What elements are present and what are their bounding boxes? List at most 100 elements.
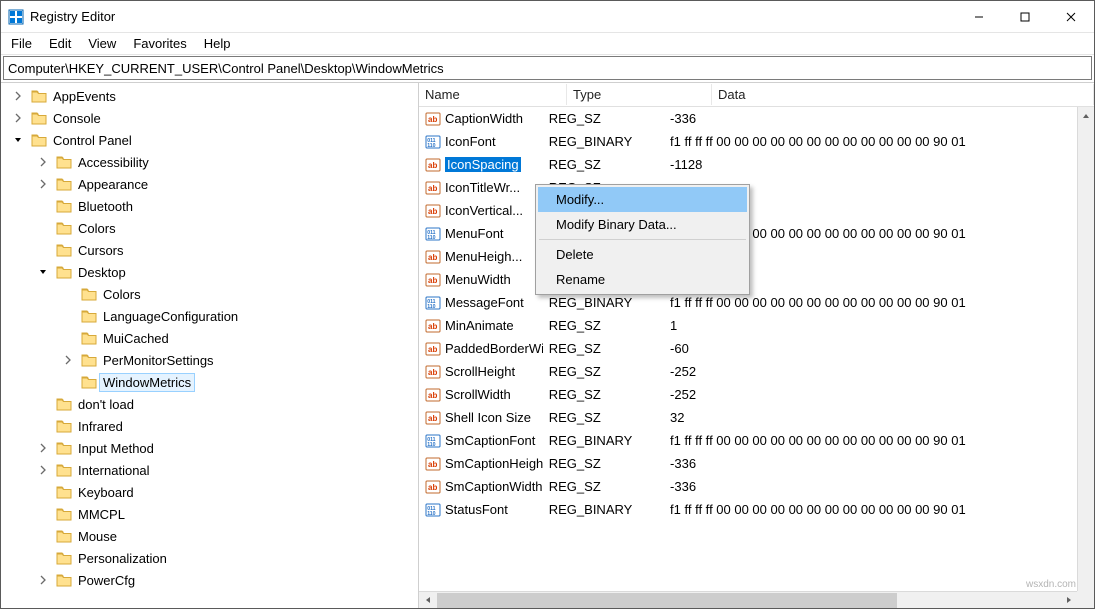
folder-icon [56, 441, 72, 455]
tree-item-desktop-colors[interactable]: Colors [79, 283, 146, 305]
column-header-name[interactable]: Name [419, 84, 567, 105]
tree-item-international[interactable]: International [54, 459, 155, 481]
value-type: REG_SZ [543, 456, 664, 471]
scrollbar-thumb[interactable] [437, 593, 897, 608]
list-item[interactable]: CaptionWidth REG_SZ -336 [419, 107, 1077, 130]
tree-item-appearance[interactable]: Appearance [54, 173, 153, 195]
binary-value-icon [425, 433, 441, 449]
column-header-type[interactable]: Type [567, 84, 712, 105]
tree-item-console[interactable]: Console [29, 107, 106, 129]
tree-item-infrared[interactable]: Infrared [54, 415, 128, 437]
column-header-data[interactable]: Data [712, 84, 1094, 105]
context-menu-delete[interactable]: Delete [538, 242, 747, 267]
tree-item-windowmetrics[interactable]: WindowMetrics [79, 371, 196, 393]
caret-icon[interactable] [37, 442, 49, 454]
value-data: f1 ff ff ff 00 00 00 00 00 00 00 00 00 0… [664, 502, 1077, 517]
menu-edit[interactable]: Edit [42, 34, 78, 53]
list-item[interactable]: SmCaptionHeight REG_SZ -336 [419, 452, 1077, 475]
context-menu-modify[interactable]: Modify... [538, 187, 747, 212]
scroll-up-icon[interactable] [1078, 107, 1095, 124]
list-header: Name Type Data [419, 83, 1094, 107]
address-bar[interactable]: Computer\HKEY_CURRENT_USER\Control Panel… [3, 56, 1092, 80]
menu-file[interactable]: File [4, 34, 39, 53]
tree-item-languageconfiguration[interactable]: LanguageConfiguration [79, 305, 243, 327]
value-type: REG_SZ [543, 410, 664, 425]
tree-item-personalization[interactable]: Personalization [54, 547, 172, 569]
list-item[interactable]: MinAnimate REG_SZ 1 [419, 314, 1077, 337]
value-name: IconSpacing [445, 157, 521, 172]
list-item[interactable]: SmCaptionFont REG_BINARY f1 ff ff ff 00 … [419, 429, 1077, 452]
folder-icon [56, 485, 72, 499]
caret-icon[interactable] [12, 112, 24, 124]
value-type: REG_BINARY [543, 502, 664, 517]
minimize-button[interactable] [956, 1, 1002, 32]
tree-item-bluetooth[interactable]: Bluetooth [54, 195, 138, 217]
value-type: REG_BINARY [543, 433, 664, 448]
menu-favorites[interactable]: Favorites [126, 34, 193, 53]
string-value-icon [425, 364, 441, 380]
tree-item-colors[interactable]: Colors [54, 217, 121, 239]
value-type: REG_SZ [543, 318, 664, 333]
binary-value-icon [425, 502, 441, 518]
key-tree[interactable]: AppEvents Console Control Panel Accessib… [1, 83, 419, 608]
scroll-left-icon[interactable] [419, 592, 436, 609]
value-type: REG_SZ [543, 387, 664, 402]
caret-icon[interactable] [62, 354, 74, 366]
tree-item-mmcpl[interactable]: MMCPL [54, 503, 130, 525]
context-menu-separator [539, 239, 746, 240]
value-data: -1128 [664, 157, 1077, 172]
caret-icon[interactable] [37, 574, 49, 586]
tree-item-mouse[interactable]: Mouse [54, 525, 122, 547]
list-item[interactable]: IconSpacing REG_SZ -1128 [419, 153, 1077, 176]
context-menu-modify-binary[interactable]: Modify Binary Data... [538, 212, 747, 237]
string-value-icon [425, 272, 441, 288]
tree-item-powercfg[interactable]: PowerCfg [54, 569, 140, 591]
tree-item-desktop[interactable]: Desktop [54, 261, 131, 283]
tree-item-appevents[interactable]: AppEvents [29, 85, 121, 107]
value-name: StatusFont [445, 502, 508, 517]
maximize-button[interactable] [1002, 1, 1048, 32]
tree-item-accessibility[interactable]: Accessibility [54, 151, 154, 173]
list-item[interactable]: ScrollHeight REG_SZ -252 [419, 360, 1077, 383]
caret-icon[interactable] [12, 134, 24, 146]
binary-value-icon [425, 226, 441, 242]
menu-help[interactable]: Help [197, 34, 238, 53]
caret-icon[interactable] [37, 156, 49, 168]
caret-icon[interactable] [37, 178, 49, 190]
value-type: REG_SZ [543, 157, 664, 172]
tree-item-cursors[interactable]: Cursors [54, 239, 129, 261]
tree-item-keyboard[interactable]: Keyboard [54, 481, 139, 503]
value-name: SmCaptionHeight [445, 456, 543, 471]
list-item[interactable]: ScrollWidth REG_SZ -252 [419, 383, 1077, 406]
list-item[interactable]: SmCaptionWidth REG_SZ -336 [419, 475, 1077, 498]
watermark: wsxdn.com [1026, 579, 1076, 590]
caret-icon[interactable] [12, 90, 24, 102]
tree-item-muicached[interactable]: MuiCached [79, 327, 174, 349]
tree-item-dont-load[interactable]: don't load [54, 393, 139, 415]
list-item[interactable]: PaddedBorderWi... REG_SZ -60 [419, 337, 1077, 360]
scroll-right-icon[interactable] [1060, 592, 1077, 609]
folder-icon [56, 221, 72, 235]
context-menu-rename[interactable]: Rename [538, 267, 747, 292]
list-item[interactable]: StatusFont REG_BINARY f1 ff ff ff 00 00 … [419, 498, 1077, 521]
caret-icon[interactable] [37, 266, 49, 278]
folder-icon [56, 177, 72, 191]
horizontal-scrollbar[interactable] [419, 591, 1077, 608]
menu-view[interactable]: View [81, 34, 123, 53]
caret-icon[interactable] [37, 464, 49, 476]
tree-item-control-panel[interactable]: Control Panel [29, 129, 137, 151]
value-data: -252 [664, 387, 1077, 402]
vertical-scrollbar[interactable] [1077, 107, 1094, 608]
folder-icon [56, 243, 72, 257]
list-rows[interactable]: CaptionWidth REG_SZ -336 IconFont REG_BI… [419, 107, 1094, 538]
list-item[interactable]: Shell Icon Size REG_SZ 32 [419, 406, 1077, 429]
tree-item-input-method[interactable]: Input Method [54, 437, 159, 459]
value-name: MenuHeigh... [445, 249, 522, 264]
close-button[interactable] [1048, 1, 1094, 32]
title-bar[interactable]: Registry Editor [1, 1, 1094, 33]
value-data: 1 [664, 318, 1077, 333]
tree-item-permonitorsettings[interactable]: PerMonitorSettings [79, 349, 219, 371]
folder-icon [81, 309, 97, 323]
value-name: ScrollHeight [445, 364, 515, 379]
list-item[interactable]: IconFont REG_BINARY f1 ff ff ff 00 00 00… [419, 130, 1077, 153]
